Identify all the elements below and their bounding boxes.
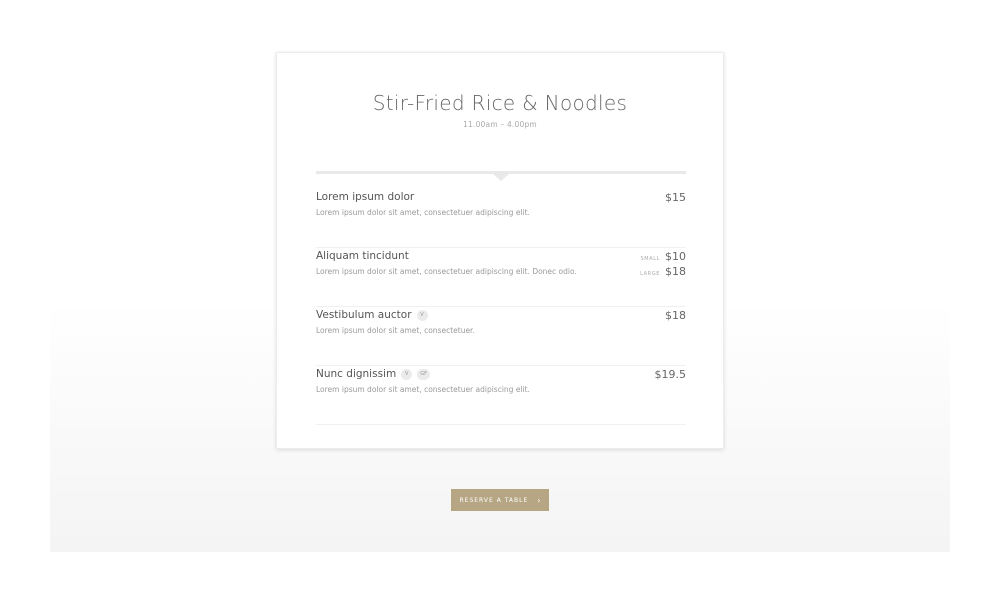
menu-item-price: $19.5 [654, 368, 687, 381]
reserve-table-label: RESERVE A TABLE [459, 496, 529, 504]
menu-item-name: Vestibulum auctor V [316, 309, 428, 321]
menu-hours: 11.00am – 4.00pm [463, 120, 537, 129]
menu-item-name: Lorem ipsum dolor [316, 191, 414, 203]
size-price: $10 [665, 250, 686, 263]
menu-item-name-text: Vestibulum auctor [316, 309, 412, 321]
menu-item-description: Lorem ipsum dolor sit amet, consectetuer… [316, 385, 530, 394]
menu-item: Lorem ipsum dolor Lorem ipsum dolor sit … [316, 189, 686, 248]
menu-item: Nunc dignissim V GF Lorem ipsum dolor si… [316, 366, 686, 425]
price-option-large: LARGE $18 [640, 265, 686, 278]
menu-item-price: $18 [665, 309, 686, 322]
size-label: LARGE [640, 271, 660, 277]
page: Stir-Fried Rice & Noodles 11.00am – 4.00… [0, 0, 1000, 602]
menu-item-name: Nunc dignissim V GF [316, 368, 431, 380]
chevron-right-icon: › [537, 495, 541, 505]
divider-arrow [493, 174, 509, 181]
menu-item-name-text: Aliquam tincidunt [316, 250, 409, 262]
vegetarian-badge: V [416, 309, 428, 321]
menu-item-description: Lorem ipsum dolor sit amet, consectetuer… [316, 208, 530, 217]
menu-card: Stir-Fried Rice & Noodles 11.00am – 4.00… [276, 52, 724, 449]
menu-item-name-text: Lorem ipsum dolor [316, 191, 415, 203]
menu-item: Vestibulum auctor V Lorem ipsum dolor si… [316, 307, 686, 366]
menu-item-name-text: Nunc dignissim [316, 368, 397, 380]
menu-item-description: Lorem ipsum dolor sit amet, consectetuer… [316, 267, 577, 276]
menu-title: Stir-Fried Rice & Noodles [372, 91, 628, 115]
menu-item: Aliquam tincidunt Lorem ipsum dolor sit … [316, 248, 686, 307]
vegetarian-badge: V [401, 368, 413, 380]
menu-item-price: $15 [665, 191, 686, 204]
menu-item-description: Lorem ipsum dolor sit amet, consectetuer… [316, 326, 475, 335]
price-option-small: SMALL $10 [641, 250, 686, 263]
size-price: $18 [665, 265, 686, 278]
reserve-table-button[interactable]: RESERVE A TABLE › [451, 489, 549, 511]
size-label: SMALL [640, 256, 660, 262]
gluten-free-badge: GF [417, 368, 431, 380]
menu-item-name: Aliquam tincidunt [316, 250, 409, 262]
